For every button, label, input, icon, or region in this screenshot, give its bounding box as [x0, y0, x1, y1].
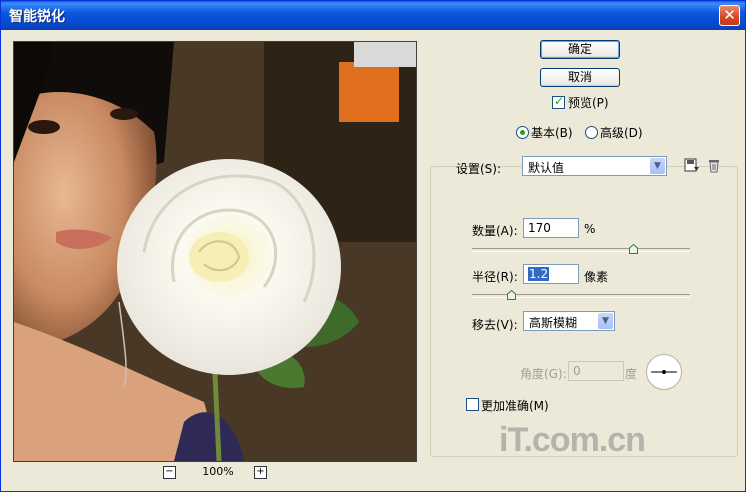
remove-value: 高斯模糊	[529, 316, 578, 330]
amount-input[interactable]: 170	[523, 218, 579, 238]
ok-button[interactable]: 确定	[540, 40, 620, 59]
angle-label: 角度(G):	[520, 367, 567, 381]
amount-slider-track[interactable]	[472, 248, 690, 252]
amount-unit: %	[584, 222, 596, 236]
remove-label: 移去(V):	[472, 318, 518, 332]
angle-unit: 度	[625, 367, 638, 381]
amount-slider-thumb[interactable]	[628, 244, 638, 254]
amount-label: 数量(A):	[472, 224, 518, 238]
basic-radio-label: 基本(B)	[531, 126, 573, 140]
chevron-down-icon: ▼	[650, 158, 665, 174]
settings-label: 设置(S):	[456, 162, 502, 176]
radius-value: 1.2	[528, 267, 550, 281]
close-icon: ✕	[723, 6, 736, 24]
preview-checkbox-label: 预览(P)	[568, 96, 609, 110]
advanced-radio[interactable]	[585, 126, 598, 139]
save-settings-icon[interactable]	[684, 157, 700, 173]
preview-photo	[14, 42, 416, 461]
preview-image[interactable]	[13, 41, 417, 462]
checkmark-icon: ✓	[554, 94, 565, 108]
chevron-down-icon: ▼	[598, 313, 613, 329]
radius-slider-thumb[interactable]	[506, 290, 516, 300]
settings-value: 默认值	[528, 161, 565, 175]
radius-label: 半径(R):	[472, 270, 518, 284]
watermark-logo: iT.com.cn	[499, 421, 646, 459]
more-accurate-label: 更加准确(M)	[481, 399, 549, 413]
zoom-in-button[interactable]: +	[254, 466, 267, 479]
trash-icon[interactable]	[706, 157, 722, 173]
radius-input[interactable]: 1.2	[523, 264, 579, 284]
basic-radio[interactable]	[516, 126, 529, 139]
angle-dial	[646, 354, 682, 390]
close-button[interactable]: ✕	[719, 5, 740, 26]
title-bar[interactable]: 智能锐化 ✕	[1, 1, 745, 30]
zoom-bar: − 100% +	[13, 464, 415, 480]
window-title: 智能锐化	[9, 9, 65, 25]
preview-checkbox[interactable]: ✓	[552, 94, 565, 109]
minus-icon: −	[165, 466, 174, 477]
cancel-button[interactable]: 取消	[540, 68, 620, 87]
more-accurate-checkbox[interactable]	[466, 398, 479, 411]
remove-dropdown[interactable]: 高斯模糊 ▼	[523, 311, 615, 331]
angle-input: 0	[568, 361, 624, 381]
radio-selected-dot	[520, 130, 525, 135]
advanced-radio-label: 高级(D)	[600, 126, 643, 140]
zoom-out-button[interactable]: −	[163, 466, 176, 479]
settings-dropdown[interactable]: 默认值 ▼	[522, 156, 667, 176]
radius-slider-track[interactable]	[472, 294, 690, 298]
plus-icon: +	[256, 466, 265, 477]
radius-unit: 像素	[584, 270, 609, 284]
angle-dial-icon	[651, 370, 677, 374]
zoom-level: 100%	[202, 465, 234, 478]
smart-sharpen-dialog: 智能锐化 ✕ − 100% + 确定 取消 ✓ 预览(P) 基本(B) 高级(D…	[0, 0, 746, 492]
